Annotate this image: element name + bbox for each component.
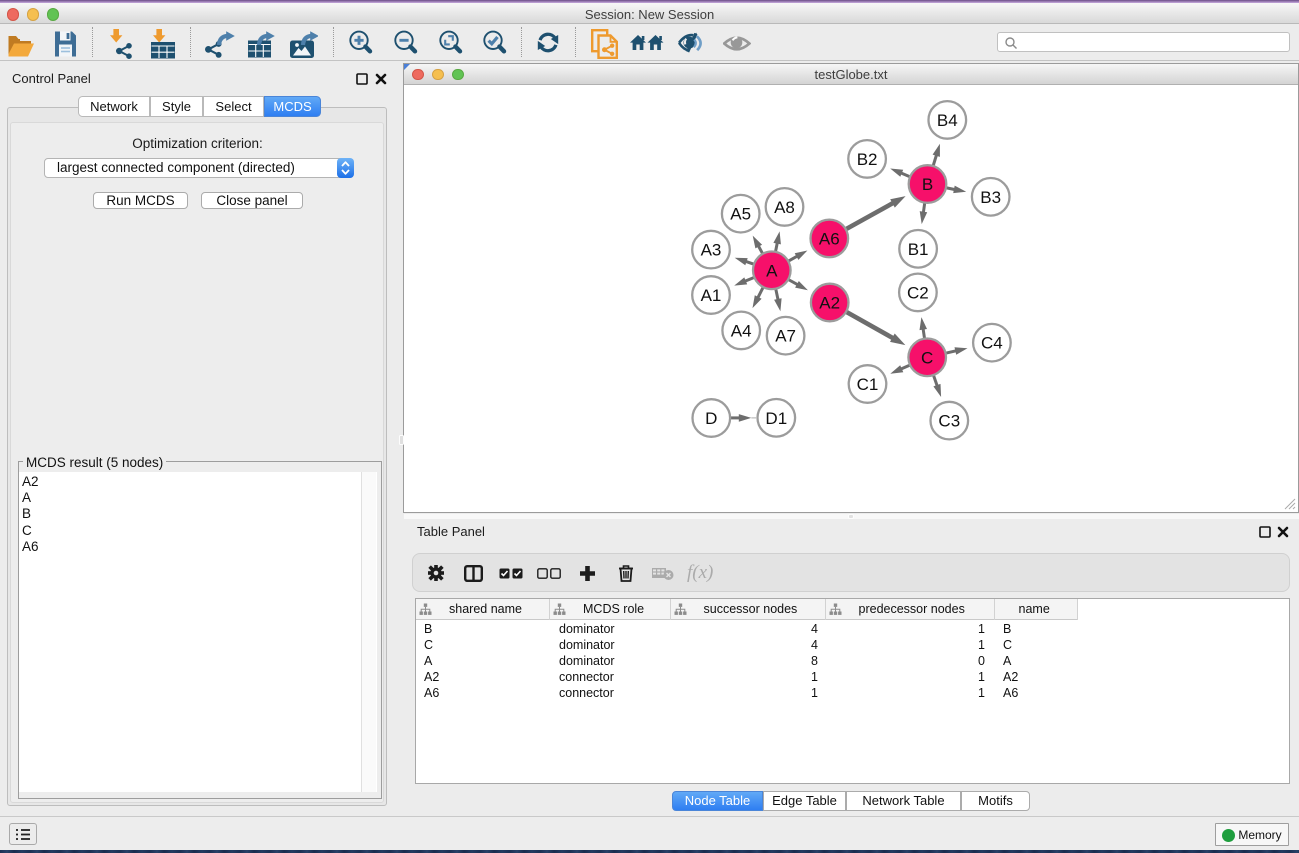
svg-text:A2: A2 — [819, 294, 840, 313]
svg-text:C4: C4 — [981, 334, 1003, 353]
svg-text:B4: B4 — [937, 111, 958, 130]
svg-text:A6: A6 — [819, 229, 840, 248]
svg-text:C3: C3 — [938, 412, 960, 431]
svg-text:C2: C2 — [907, 283, 929, 302]
svg-text:A: A — [766, 261, 778, 280]
svg-text:B2: B2 — [857, 150, 878, 169]
svg-text:A3: A3 — [701, 241, 722, 260]
svg-text:B: B — [922, 175, 933, 194]
svg-text:A1: A1 — [701, 286, 722, 305]
svg-text:A5: A5 — [730, 205, 751, 224]
svg-text:B3: B3 — [980, 188, 1001, 207]
svg-text:A7: A7 — [775, 327, 796, 346]
svg-text:C1: C1 — [857, 375, 879, 394]
svg-text:B1: B1 — [908, 240, 929, 259]
svg-text:A4: A4 — [731, 321, 752, 340]
svg-text:C: C — [921, 348, 933, 367]
svg-text:A8: A8 — [774, 198, 795, 217]
svg-text:D1: D1 — [765, 409, 787, 428]
svg-text:D: D — [705, 409, 717, 428]
